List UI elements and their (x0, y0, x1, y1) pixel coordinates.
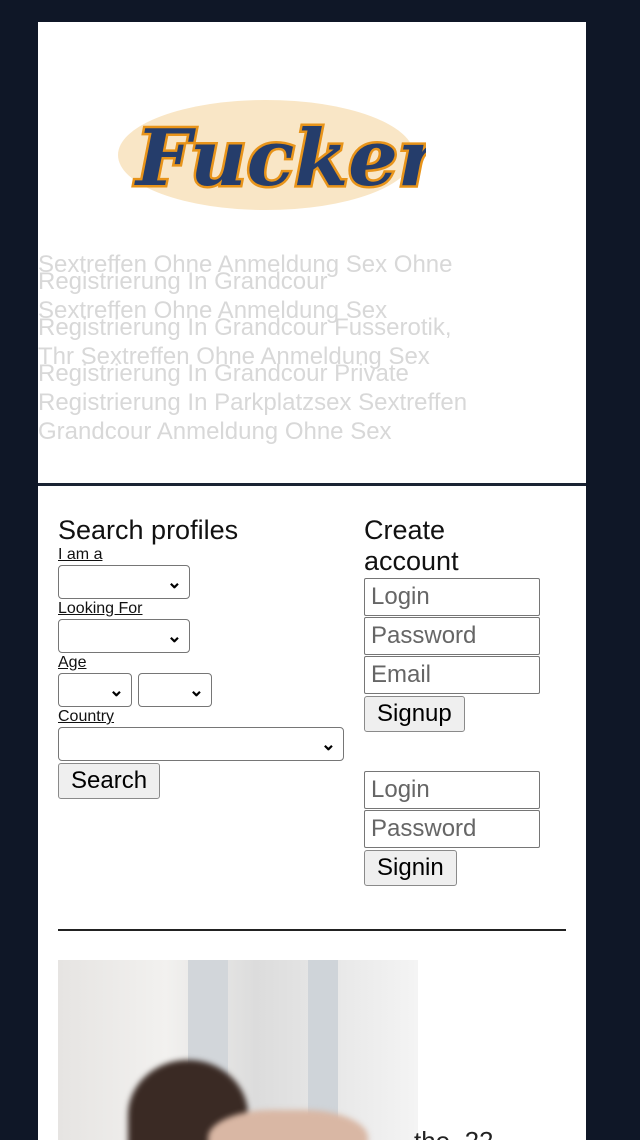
site-logo[interactable]: Fucker (116, 80, 426, 220)
tagline-line: Registrierung In Grandcour Fusserotik, (38, 314, 452, 341)
signup-login-input[interactable]: Login (364, 578, 540, 616)
chevron-down-icon: ⌄ (166, 572, 182, 592)
iam-label: I am a (58, 546, 103, 563)
profile-caption[interactable]: the, 22 (414, 1126, 494, 1140)
create-account-form: Create account Login Password Email Sign… (364, 515, 564, 886)
chevron-down-icon: ⌄ (320, 734, 336, 754)
site-header: Fucker Sextreffen Ohne Anmeldung Sex Ohn… (38, 22, 586, 483)
country-select[interactable]: ⌄ (58, 727, 344, 761)
signup-button[interactable]: Signup (364, 696, 465, 732)
signup-password-input[interactable]: Password (364, 617, 540, 655)
country-label: Country (58, 708, 115, 725)
signup-email-input[interactable]: Email (364, 656, 540, 694)
age-label: Age (58, 654, 87, 671)
tagline-line: Registrierung In Grandcour (38, 268, 328, 295)
search-button[interactable]: Search (58, 763, 161, 799)
chevron-down-icon: ⌄ (166, 626, 182, 646)
chevron-down-icon: ⌄ (108, 680, 124, 700)
page-container: Fucker Sextreffen Ohne Anmeldung Sex Ohn… (38, 22, 586, 1140)
age-from-select[interactable]: ⌄ (58, 673, 132, 707)
logo-text: Fucker (134, 113, 426, 204)
age-to-select[interactable]: ⌄ (138, 673, 212, 707)
signin-password-input[interactable]: Password (364, 810, 540, 848)
tagline-line: Registrierung In Parkplatzsex Sextreffen (38, 389, 468, 416)
signin-button[interactable]: Signin (364, 850, 457, 886)
header-divider (38, 483, 586, 486)
site-tagline: Sextreffen Ohne Anmeldung Sex Ohne Regis… (38, 250, 538, 446)
create-account-title: Create account (364, 515, 459, 576)
tagline-line: Grandcour Anmeldung Ohne Sex (38, 418, 392, 445)
search-profiles-form: Search profiles I am a ⌄ Looking For ⌄ A… (58, 515, 358, 799)
chevron-down-icon: ⌄ (188, 680, 204, 700)
profile-photo[interactable] (58, 960, 418, 1140)
tagline-line: Registrierung In Grandcour Private (38, 360, 409, 387)
looking-for-select[interactable]: ⌄ (58, 619, 190, 653)
search-title: Search profiles (58, 515, 239, 545)
section-divider (58, 929, 566, 931)
looking-for-label: Looking For (58, 600, 143, 617)
iam-select[interactable]: ⌄ (58, 565, 190, 599)
signin-login-input[interactable]: Login (364, 771, 540, 809)
age-range: ⌄ ⌄ (58, 671, 358, 707)
